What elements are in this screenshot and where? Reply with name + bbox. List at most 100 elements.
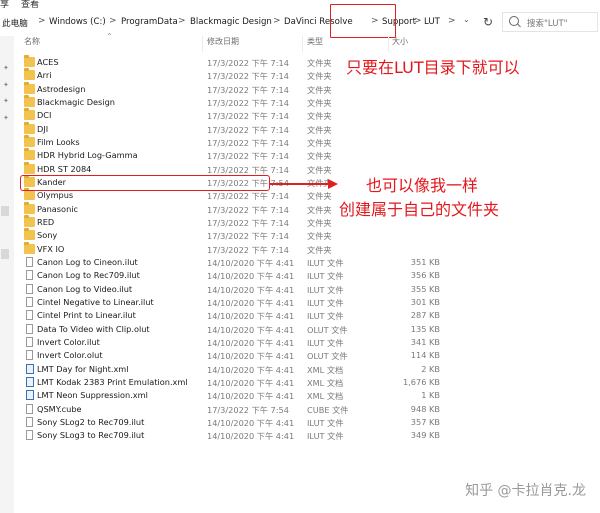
chevron-right-icon[interactable]: > (273, 16, 281, 26)
file-type: OLUT 文件 (307, 324, 348, 335)
file-type: ILUT 文件 (307, 257, 344, 268)
file-date: 17/3/2022 下午 7:14 (207, 97, 289, 108)
file-row[interactable]: Canon Log to Rec709.ilut 14/10/2020 下午 4:… (0, 269, 600, 282)
crumb-programdata[interactable]: ProgramData (121, 17, 178, 27)
file-date: 17/3/2022 下午 7:54 (207, 404, 289, 415)
file-date: 14/10/2020 下午 4:41 (207, 431, 295, 442)
file-type: 文件夹 (307, 217, 332, 228)
file-type: XML 文档 (307, 391, 344, 402)
file-name: HDR ST 2084 (37, 163, 92, 174)
file-name: Sony SLog3 to Rec709.ilut (37, 430, 145, 441)
column-divider[interactable] (302, 36, 303, 52)
menu-view[interactable]: 查看 (21, 0, 39, 10)
file-icon (26, 256, 33, 267)
file-type: 文件夹 (307, 111, 332, 122)
file-size: 287 KB (410, 310, 440, 321)
file-row[interactable]: Blackmagic Design 17/3/2022 下午 7:14 文件夹 (0, 94, 600, 109)
chevron-right-icon[interactable]: > (109, 16, 117, 26)
file-row[interactable]: DCI 17/3/2022 下午 7:14 文件夹 (0, 108, 600, 122)
folder-icon (24, 94, 35, 107)
file-row[interactable]: Invert Color.olut 14/10/2020 下午 4:41 OLUT … (0, 349, 600, 362)
column-divider[interactable] (388, 36, 389, 52)
file-icon (26, 416, 33, 427)
file-row[interactable]: VFX IO 17/3/2022 下午 7:14 文件夹 (0, 241, 600, 256)
address-dropdown-icon[interactable]: ⌄ (463, 15, 470, 24)
file-row[interactable]: HDR Hybrid Log-Gamma 17/3/2022 下午 7:14 文件夹 (0, 148, 600, 162)
crumb-this-pc[interactable]: 此电脑 (2, 17, 28, 29)
file-icon (26, 296, 33, 307)
file-type: 文件夹 (307, 124, 332, 135)
file-name: Canon Log to Rec709.ilut (37, 270, 140, 281)
file-row[interactable]: LMT Neon Suppression.xml 14/10/2020 下午 4:… (0, 389, 600, 402)
folder-icon (24, 134, 35, 147)
file-row[interactable]: RED 17/3/2022 下午 7:14 文件夹 (0, 214, 600, 229)
file-row[interactable]: Sony SLog2 to Rec709.ilut 14/10/2020 下午 4… (0, 416, 600, 429)
file-type: 文件夹 (307, 58, 332, 68)
crumb-blackmagic-design[interactable]: Blackmagic Design (190, 17, 272, 27)
search-icon (509, 16, 519, 26)
search-box[interactable]: 搜索"LUT" (502, 12, 598, 32)
highlight-kander-row (20, 175, 270, 191)
file-type: ILUT 文件 (307, 337, 344, 348)
file-type: ILUT 文件 (307, 417, 344, 428)
file-row[interactable]: Panasonic 17/3/2022 下午 7:14 文件夹 (0, 201, 600, 216)
file-size: 341 KB (410, 336, 440, 347)
address-bar[interactable]: 此电脑 > Windows (C:) > ProgramData > Black… (0, 12, 472, 34)
file-name: VFX IO (37, 243, 65, 254)
annotation-note-2-line-1: 也可以像我一样 (366, 176, 479, 195)
file-row[interactable]: Canon Log to Cineon.ilut 14/10/2020 下午 4:… (0, 256, 600, 269)
file-date: 17/3/2022 下午 7:14 (207, 244, 289, 255)
file-row[interactable]: Film Looks 17/3/2022 下午 7:14 文件夹 (0, 134, 600, 149)
file-name: DJI (37, 123, 49, 134)
file-date: 17/3/2022 下午 7:14 (207, 58, 289, 68)
chevron-right-icon[interactable]: > (178, 16, 186, 26)
file-row[interactable]: Cintel Negative to Linear.ilut 14/10/2020… (0, 296, 600, 309)
file-date: 14/10/2020 下午 4:41 (207, 311, 295, 322)
file-row[interactable]: HDR ST 2084 17/3/2022 下午 7:14 文件夹 (0, 161, 600, 176)
crumb-windows-c[interactable]: Windows (C:) (49, 17, 106, 27)
folder-icon (24, 161, 35, 174)
file-date: 17/3/2022 下午 7:14 (207, 71, 289, 82)
column-name[interactable]: 名称 (24, 36, 40, 48)
folder-icon (24, 188, 35, 201)
file-date: 14/10/2020 下午 4:41 (207, 271, 295, 282)
file-row[interactable]: Astrodesign 17/3/2022 下午 7:14 文件夹 (0, 81, 600, 96)
arrow-head-icon (328, 179, 338, 189)
menu-share[interactable]: 享 (0, 0, 9, 10)
file-row[interactable]: Sony SLog3 to Rec709.ilut 14/10/2020 下午 4… (0, 429, 600, 442)
refresh-icon[interactable]: ↻ (478, 12, 498, 32)
search-input[interactable]: 搜索"LUT" (527, 17, 568, 29)
crumb-lut[interactable]: LUT (424, 17, 440, 27)
file-row[interactable]: Cintel Print to Linear.ilut 14/10/2020 下午… (0, 309, 600, 322)
file-row[interactable]: DJI 17/3/2022 下午 7:14 文件夹 (0, 121, 600, 136)
file-row[interactable]: LMT Day for Night.xml 14/10/2020 下午 4:41 X… (0, 363, 600, 376)
column-type[interactable]: 类型 (307, 36, 323, 48)
column-modified[interactable]: 修改日期 (207, 36, 239, 48)
file-name: Blackmagic Design (37, 96, 115, 107)
file-name: Invert Color.ilut (37, 336, 100, 347)
file-name: DCI (37, 110, 52, 121)
file-row[interactable]: Data To Video with Clip.olut 14/10/2020 下… (0, 323, 600, 336)
file-date: 14/10/2020 下午 4:41 (207, 337, 295, 348)
file-row[interactable]: Canon Log to Video.ilut 14/10/2020 下午 4:4… (0, 283, 600, 296)
file-date: 14/10/2020 下午 4:41 (207, 364, 295, 375)
chevron-right-icon[interactable]: > (414, 16, 422, 26)
chevron-right-icon[interactable]: > (448, 16, 456, 26)
file-type: 文件夹 (307, 191, 332, 202)
file-row[interactable]: Olympus 17/3/2022 下午 7:14 文件夹 (0, 188, 600, 202)
file-icon (26, 270, 33, 281)
file-date: 14/10/2020 下午 4:41 (207, 417, 295, 428)
file-size: 135 KB (410, 323, 440, 334)
file-row[interactable]: QSMY.cube 17/3/2022 下午 7:54 CUBE 文件 948 KB (0, 403, 600, 416)
file-name: Panasonic (37, 203, 79, 214)
file-row[interactable]: Invert Color.ilut 14/10/2020 下午 4:41 ILUT … (0, 336, 600, 349)
column-size[interactable]: 大小 (392, 36, 408, 48)
column-divider[interactable] (202, 36, 203, 52)
file-date: 17/3/2022 下午 7:14 (207, 84, 289, 95)
file-size: 356 KB (410, 270, 440, 281)
file-row[interactable]: LMT Kodak 2383 Print Emulation.xml 14/10/… (0, 376, 600, 389)
file-size: 114 KB (410, 350, 440, 361)
file-row[interactable]: Sony 17/3/2022 下午 7:14 文件夹 (0, 228, 600, 242)
chevron-right-icon[interactable]: > (38, 16, 46, 26)
file-name: Data To Video with Clip.olut (37, 323, 150, 334)
